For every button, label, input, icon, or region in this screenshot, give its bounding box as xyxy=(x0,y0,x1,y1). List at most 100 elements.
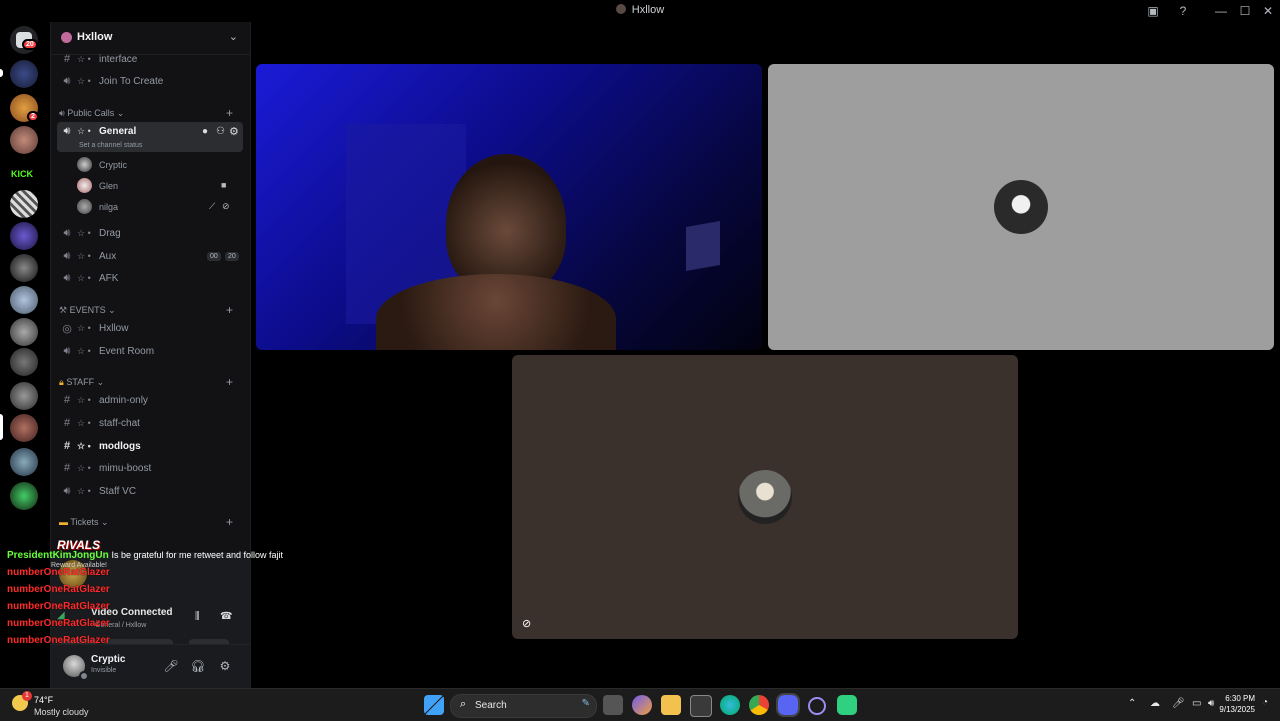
text-channel-icon: # xyxy=(63,394,71,406)
user-settings-gear-icon[interactable]: ⚙ xyxy=(217,658,233,674)
star-icon: ☆ • xyxy=(77,323,91,333)
help-icon[interactable]: ? xyxy=(1171,2,1195,20)
channel-aux[interactable]: 🔊︎ ☆ • Aux 00 20 xyxy=(57,247,243,267)
channel-drag[interactable]: 🔊︎ ☆ • Drag xyxy=(57,224,243,244)
channel-staff-chat[interactable]: # ☆ • staff-chat xyxy=(57,414,243,434)
start-button-icon[interactable] xyxy=(424,695,444,715)
muted-icon: ⟋ xyxy=(209,201,216,211)
chat-message: PresidentKimJongUn Is be grateful for me… xyxy=(7,550,284,561)
participant-avatar xyxy=(994,180,1048,234)
category-public-calls[interactable]: 🔊︎ Public Calls ⌄ + xyxy=(59,106,233,120)
server-icon-7[interactable] xyxy=(10,254,38,282)
green-app-icon[interactable] xyxy=(837,695,857,715)
window-titlebar: Hxllow ▣ ? — ☐ ✕ xyxy=(0,0,1280,22)
microphone-tray-icon[interactable]: 🎤︎ xyxy=(1172,698,1185,709)
video-tile-avatar-2[interactable]: ⊘ xyxy=(512,355,1018,639)
star-icon: ☆ • xyxy=(77,273,91,283)
title-avatar xyxy=(615,4,626,14)
channel-admin-only[interactable]: # ☆ • admin-only xyxy=(57,391,243,411)
add-channel-icon[interactable]: + xyxy=(226,375,233,389)
chat-spam-line: numberOneRatGlazer xyxy=(7,601,110,612)
headphones-icon[interactable]: 🎧︎ xyxy=(190,658,206,674)
chat-bubble-icon[interactable]: ● xyxy=(202,126,208,137)
chrome-icon[interactable] xyxy=(749,695,769,715)
channel-status-hint[interactable]: Set a channel status xyxy=(79,142,142,149)
user-limit-badge: 20 xyxy=(225,252,239,261)
task-view-icon[interactable] xyxy=(603,695,623,715)
server-icon-10[interactable] xyxy=(10,348,38,376)
onedrive-icon[interactable]: ☁ xyxy=(1150,698,1160,709)
video-tile-camera[interactable] xyxy=(256,64,762,350)
unread-pill xyxy=(0,69,3,77)
star-icon: ☆ • xyxy=(77,441,91,451)
taskbar-search[interactable]: ⌕ Search ✎ xyxy=(450,694,597,718)
invite-icon[interactable]: ⚇ xyxy=(216,126,225,137)
category-staff[interactable]: 🔒︎ STAFF ⌄ + xyxy=(59,375,233,389)
speaker-icon: 🔊︎ xyxy=(63,250,71,262)
channel-interface[interactable]: # ☆ • interface xyxy=(57,50,243,70)
star-icon: ☆ • xyxy=(77,251,91,261)
gear-icon[interactable]: ⚙ xyxy=(229,125,239,138)
network-icon[interactable]: ▭ xyxy=(1192,698,1201,709)
channel-modlogs[interactable]: # ☆ • modlogs xyxy=(57,437,243,457)
category-tickets[interactable]: ▬ Tickets ⌄ + xyxy=(59,515,233,529)
channel-staff-vc[interactable]: 🔊︎ ☆ • Staff VC xyxy=(57,482,243,502)
channel-afk[interactable]: 🔊︎ ☆ • AFK xyxy=(57,269,243,289)
add-channel-icon[interactable]: + xyxy=(226,106,233,120)
server-icon-8[interactable] xyxy=(10,286,38,314)
channel-general[interactable]: 🔊︎ ☆ • General Set a channel status ● ⚇ ⚙ xyxy=(57,122,243,152)
speaker-icon: 🔊︎ xyxy=(63,125,71,137)
chevron-up-icon[interactable]: ⌃ xyxy=(1128,698,1136,709)
server-icon-5[interactable] xyxy=(10,190,38,218)
server-icon-14[interactable] xyxy=(10,482,38,510)
channel-event-room[interactable]: 🔊︎ ☆ • Event Room xyxy=(57,342,243,362)
app-ring-icon[interactable] xyxy=(808,697,826,715)
minimize-button[interactable]: — xyxy=(1209,2,1233,20)
avatar xyxy=(77,157,92,172)
noise-suppression-icon[interactable]: ⫼ xyxy=(195,611,200,622)
channel-join-to-create[interactable]: 🔊︎ ☆ • Join To Create xyxy=(57,72,243,92)
server-icon-6[interactable] xyxy=(10,222,38,250)
star-icon: ☆ • xyxy=(77,126,91,136)
disconnect-icon[interactable]: ☎ xyxy=(220,611,232,622)
server-icon-1[interactable] xyxy=(10,60,38,88)
username[interactable]: Cryptic xyxy=(91,654,125,665)
category-events[interactable]: ⚒ EVENTS ⌄ + xyxy=(59,303,233,317)
chat-spam-line: numberOneRatGlazer xyxy=(7,618,110,629)
file-explorer-icon[interactable] xyxy=(661,695,681,715)
add-channel-icon[interactable]: + xyxy=(226,515,233,529)
server-icon-12[interactable] xyxy=(10,414,38,442)
channel-sidebar: Hxllow ⌄ # ☆ • interface 🔊︎ ☆ • Join To Crea… xyxy=(7,22,283,689)
close-button[interactable]: ✕ xyxy=(1256,2,1280,20)
weather-widget[interactable]: 1 74°F Mostly cloudy xyxy=(12,691,112,719)
home-mention-badge: 20 xyxy=(22,39,38,50)
kick-server-icon[interactable]: KICK xyxy=(10,160,38,188)
server-icon-9[interactable] xyxy=(10,318,38,346)
server-icon-3[interactable] xyxy=(10,126,38,154)
microphone-icon[interactable]: 🎤︎ xyxy=(163,658,179,674)
add-channel-icon[interactable]: + xyxy=(226,303,233,317)
temperature: 74°F xyxy=(34,695,54,705)
inbox-icon[interactable]: ▣ xyxy=(1141,2,1165,20)
chat-spam-line: numberOneRatGlazer xyxy=(7,584,110,595)
user-status: Invisible xyxy=(91,667,117,674)
selected-pill xyxy=(0,414,3,440)
channel-mimu-boost[interactable]: # ☆ • mimu-boost xyxy=(57,459,243,479)
edge-icon[interactable] xyxy=(720,695,740,715)
volume-icon[interactable]: 🔊︎ xyxy=(1208,698,1214,709)
avatar xyxy=(77,199,92,214)
notifications-icon[interactable]: ◔ xyxy=(1262,697,1268,708)
laptop-shape xyxy=(686,221,720,271)
server-icon-11[interactable] xyxy=(10,382,38,410)
window-title: Hxllow xyxy=(0,4,1280,16)
discord-icon[interactable] xyxy=(776,693,800,717)
maximize-button[interactable]: ☐ xyxy=(1233,2,1257,20)
star-icon: ☆ • xyxy=(77,54,91,64)
channel-hxllow[interactable]: ◎ ☆ • Hxllow xyxy=(57,319,243,339)
store-icon[interactable] xyxy=(690,695,712,717)
copilot-icon[interactable] xyxy=(632,695,652,715)
taskbar-clock[interactable]: 6:30 PM 9/13/2025 xyxy=(1219,693,1255,715)
video-tile-avatar-1[interactable] xyxy=(768,64,1274,350)
server-icon-13[interactable] xyxy=(10,448,38,476)
speaker-icon: 🔊︎ xyxy=(63,272,71,284)
